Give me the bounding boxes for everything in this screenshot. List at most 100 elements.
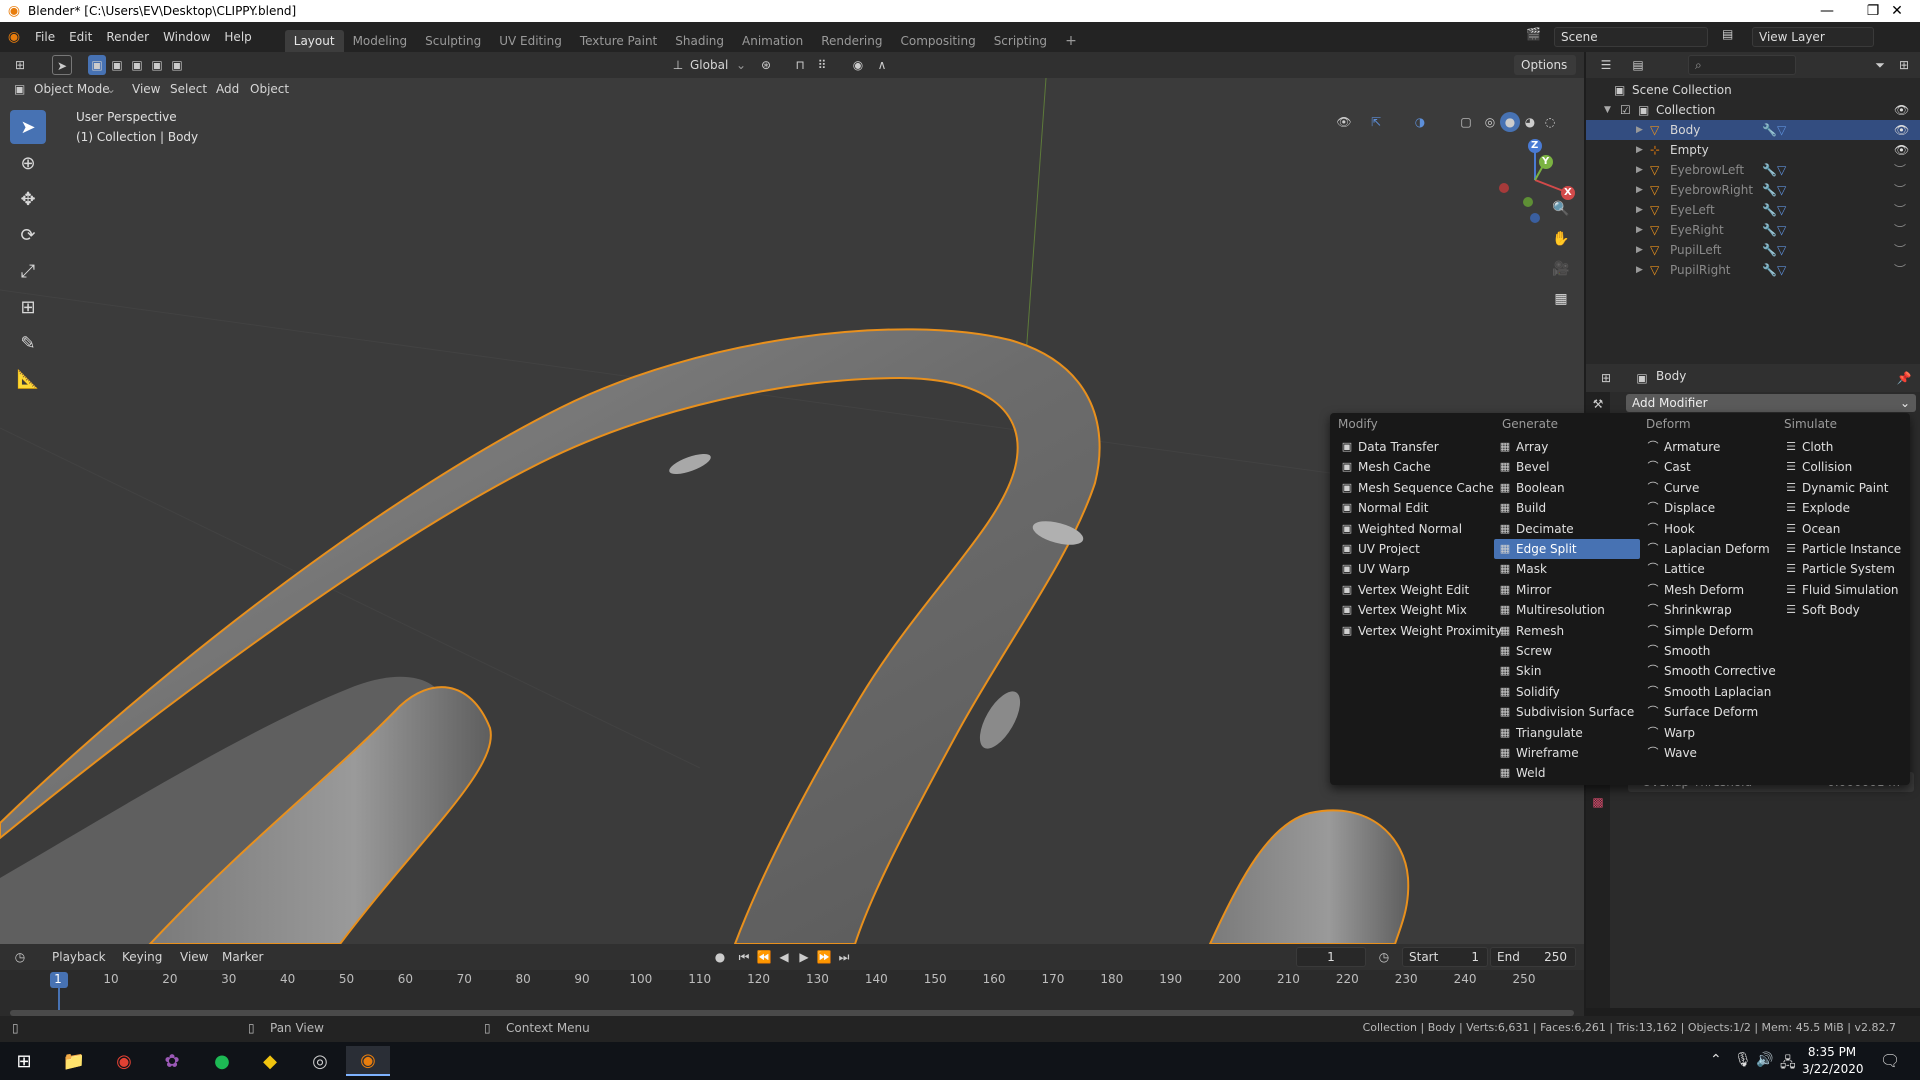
gizmo-toggle-icon[interactable]: ⇱ (1366, 112, 1386, 132)
modifier-item-build[interactable]: ▦ Build (1494, 498, 1640, 518)
menu-window[interactable]: Window (156, 22, 217, 52)
add-modifier-dropdown[interactable]: Add Modifier ⌄ (1626, 394, 1916, 412)
modifier-item-decimate[interactable]: ▦ Decimate (1494, 519, 1640, 539)
scene-field[interactable]: Scene (1554, 27, 1708, 47)
overlay-toggle-icon[interactable]: ◑ (1410, 112, 1430, 132)
eye-icon[interactable]: ︶ (1894, 180, 1906, 200)
proportional-edit-icon[interactable]: ◉ (848, 55, 868, 75)
eye-icon[interactable]: ︶ (1894, 260, 1906, 280)
eye-icon[interactable]: ︶ (1894, 240, 1906, 260)
select-mode-new-icon[interactable]: ▣ (88, 55, 106, 75)
orientation-dropdown[interactable]: Global (690, 55, 728, 75)
modifier-item-soft-body[interactable]: ☰ Soft Body (1780, 600, 1906, 620)
modifier-item-bevel[interactable]: ▦ Bevel (1494, 457, 1640, 477)
modifier-item-mesh-deform[interactable]: ⌒ Mesh Deform (1642, 580, 1778, 600)
menu-select[interactable]: Select (170, 79, 207, 99)
outliner-editor-icon[interactable]: ☰ (1596, 55, 1616, 75)
snap-target-icon[interactable]: ⠿ (812, 55, 832, 75)
select-mode-invert-icon[interactable]: ▣ (148, 55, 166, 75)
expand-arrow-icon[interactable]: ▶ (1636, 200, 1643, 220)
outliner-item[interactable]: ▶ ▽ Body 🔧▽ 👁 (1586, 120, 1920, 140)
file-explorer-icon[interactable]: 📁 (52, 1046, 96, 1076)
modifier-item-solidify[interactable]: ▦ Solidify (1494, 682, 1640, 702)
outliner-item[interactable]: ▶ ▽ EyeRight 🔧▽ ︶ (1586, 220, 1920, 240)
expand-arrow-icon[interactable]: ▶ (1636, 160, 1643, 180)
zoom-icon[interactable]: 🔍 (1548, 196, 1574, 222)
modifier-item-skin[interactable]: ▦ Skin (1494, 661, 1640, 681)
windows-start-icon[interactable]: ⊞ (2, 1046, 46, 1076)
cursor-icon[interactable]: ⊕ (10, 146, 46, 180)
select-mode-subtract-icon[interactable]: ▣ (128, 55, 146, 75)
modifier-item-warp[interactable]: ⌒ Warp (1642, 723, 1778, 743)
menu-view[interactable]: View (132, 79, 160, 99)
add-workspace-icon[interactable]: + (1056, 30, 1086, 52)
menu-file[interactable]: File (28, 22, 62, 52)
outliner-collection[interactable]: ▼ ☑ ▣ Collection 👁 (1586, 100, 1920, 120)
tab-rendering[interactable]: Rendering (812, 30, 891, 52)
modifier-item-surface-deform[interactable]: ⌒ Surface Deform (1642, 702, 1778, 722)
menu-render[interactable]: Render (99, 22, 156, 52)
menu-add[interactable]: Add (216, 79, 239, 99)
modifier-item-hook[interactable]: ⌒ Hook (1642, 519, 1778, 539)
tab-scripting[interactable]: Scripting (985, 30, 1056, 52)
expand-arrow-icon[interactable]: ▶ (1636, 140, 1643, 160)
modifier-item-uv-warp[interactable]: ▣ UV Warp (1336, 559, 1492, 579)
menu-help[interactable]: Help (217, 22, 258, 52)
outliner-scene-collection[interactable]: ▣ Scene Collection (1586, 80, 1920, 100)
eye-icon[interactable]: ︶ (1894, 160, 1906, 180)
tab-compositing[interactable]: Compositing (891, 30, 984, 52)
minimize-icon[interactable]: — (1804, 0, 1850, 22)
display-mode-icon[interactable]: ▤ (1628, 55, 1648, 75)
options-button[interactable]: Options (1514, 55, 1576, 75)
transform-icon[interactable]: ⊞ (10, 290, 46, 324)
pan-hand-icon[interactable]: ✋ (1548, 226, 1574, 252)
blender-taskbar-icon[interactable]: ◉ (346, 1046, 390, 1076)
measure-icon[interactable]: 📐 (10, 362, 46, 396)
menu-object[interactable]: Object (250, 79, 289, 99)
falloff-icon[interactable]: ∧ (872, 55, 892, 75)
modifier-item-cast[interactable]: ⌒ Cast (1642, 457, 1778, 477)
modifier-item-wireframe[interactable]: ▦ Wireframe (1494, 743, 1640, 763)
close-icon[interactable]: ✕ (1874, 0, 1920, 22)
clock-date[interactable]: 3/22/2020 (1802, 1062, 1864, 1076)
modifier-item-edge-split[interactable]: ▦ Edge Split (1494, 539, 1640, 559)
modifier-item-vertex-weight-mix[interactable]: ▣ Vertex Weight Mix (1336, 600, 1492, 620)
modifier-item-shrinkwrap[interactable]: ⌒ Shrinkwrap (1642, 600, 1778, 620)
expand-arrow-icon[interactable]: ▶ (1636, 240, 1643, 260)
new-collection-icon[interactable]: ⊞ (1894, 55, 1914, 75)
select-box-icon[interactable]: ➤ (10, 110, 46, 144)
network-icon[interactable]: 🖧 (1780, 1052, 1796, 1076)
snap-icon[interactable]: ⊓ (790, 55, 810, 75)
outliner-item[interactable]: ▶ ⊹ Empty 👁 (1586, 140, 1920, 160)
spotify-icon[interactable]: ● (200, 1046, 244, 1076)
collapse-arrow-icon[interactable]: ▼ (1604, 100, 1611, 120)
tool-tab-icon[interactable]: ⚒ (1588, 394, 1608, 414)
modifier-item-particle-system[interactable]: ☰ Particle System (1780, 559, 1906, 579)
microphone-icon[interactable]: 🎙 (1734, 1052, 1752, 1068)
tab-sculpting[interactable]: Sculpting (416, 30, 490, 52)
modifier-item-boolean[interactable]: ▦ Boolean (1494, 478, 1640, 498)
eye-icon[interactable]: 👁 (1894, 100, 1909, 120)
move-icon[interactable]: ✥ (10, 182, 46, 216)
modifier-item-displace[interactable]: ⌒ Displace (1642, 498, 1778, 518)
modifier-item-wave[interactable]: ⌒ Wave (1642, 743, 1778, 763)
modifier-item-screw[interactable]: ▦ Screw (1494, 641, 1640, 661)
modifier-item-collision[interactable]: ☰ Collision (1780, 457, 1906, 477)
modifier-item-dynamic-paint[interactable]: ☰ Dynamic Paint (1780, 478, 1906, 498)
editor-type-icon[interactable]: ⊞ (10, 55, 30, 75)
modifier-item-weld[interactable]: ▦ Weld (1494, 763, 1640, 783)
scale-icon[interactable]: ⤢ (10, 254, 46, 288)
expand-arrow-icon[interactable]: ▶ (1636, 120, 1643, 140)
expand-arrow-icon[interactable]: ▶ (1636, 180, 1643, 200)
modifier-item-array[interactable]: ▦ Array (1494, 437, 1640, 457)
eye-icon[interactable]: 👁 (1894, 140, 1909, 160)
speaker-icon[interactable]: 🔊 (1756, 1052, 1773, 1068)
modifier-item-uv-project[interactable]: ▣ UV Project (1336, 539, 1492, 559)
modifier-item-explode[interactable]: ☰ Explode (1780, 498, 1906, 518)
select-mode-extend-icon[interactable]: ▣ (108, 55, 126, 75)
modifier-item-subdivision-surface[interactable]: ▦ Subdivision Surface (1494, 702, 1640, 722)
modifier-item-data-transfer[interactable]: ▣ Data Transfer (1336, 437, 1492, 457)
modifier-item-simple-deform[interactable]: ⌒ Simple Deform (1642, 621, 1778, 641)
ortho-grid-icon[interactable]: ▦ (1548, 286, 1574, 312)
modifier-item-mesh-cache[interactable]: ▣ Mesh Cache (1336, 457, 1492, 477)
